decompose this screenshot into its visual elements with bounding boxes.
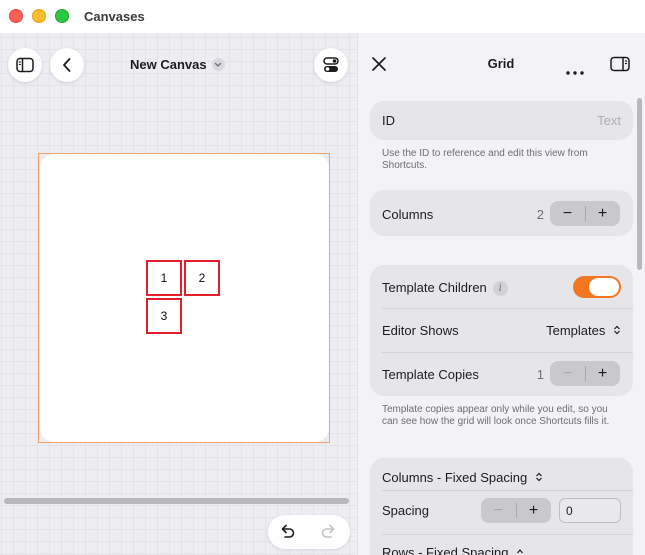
template-copies-value: 1 — [536, 367, 544, 382]
chevron-left-icon — [63, 58, 71, 72]
horizontal-scrollbar[interactable] — [4, 498, 349, 504]
template-copies-stepper: − + — [550, 361, 620, 386]
template-note: Template copies appear only while you ed… — [382, 404, 610, 427]
canvas-area[interactable]: New Canvas 1 2 3 — [0, 33, 357, 555]
inspector-title: Grid — [487, 56, 515, 71]
increment-button[interactable]: + — [516, 498, 551, 523]
template-children-toggle[interactable] — [573, 276, 621, 298]
sidebar-toggle-button[interactable] — [8, 48, 42, 82]
canvas-title-menu[interactable]: New Canvas — [130, 57, 225, 72]
template-card: Template Children i Editor Shows Template… — [370, 265, 633, 396]
editor-shows-select[interactable]: Templates — [546, 323, 621, 338]
id-note: Use the ID to reference and edit this vi… — [382, 148, 588, 171]
inspector-toggle-button[interactable] — [314, 48, 348, 82]
close-window-button[interactable] — [9, 9, 23, 23]
zoom-window-button[interactable] — [55, 9, 69, 23]
vertical-scrollbar[interactable] — [637, 98, 642, 270]
columns-spacing-select[interactable]: Columns - Fixed Spacing — [382, 470, 621, 485]
template-children-label: Template Children — [382, 280, 487, 295]
more-options-button[interactable] — [566, 62, 584, 80]
columns-card: Columns 2 − + — [370, 190, 633, 236]
spacing-card: Columns - Fixed Spacing Spacing − + 0 Ro… — [370, 458, 633, 555]
columns-spacing-label: Columns - Fixed Spacing — [382, 470, 528, 485]
rows-spacing-label: Rows - Fixed Spacing — [382, 545, 509, 555]
window-title: Canvases — [84, 9, 145, 24]
inspector-sidebar-button[interactable] — [610, 56, 630, 77]
right-sidebar-icon — [610, 56, 630, 72]
chevron-up-down-icon — [614, 325, 620, 335]
spacing-stepper: − + — [481, 498, 551, 523]
sidebar-icon — [16, 57, 34, 73]
spacing-input[interactable]: 0 — [559, 498, 621, 523]
chevron-down-icon — [211, 58, 225, 71]
redo-icon — [321, 524, 335, 538]
back-button[interactable] — [50, 48, 84, 82]
columns-stepper: − + — [550, 201, 620, 226]
minimize-window-button[interactable] — [32, 9, 46, 23]
increment-button[interactable]: + — [585, 361, 620, 386]
increment-button[interactable]: + — [585, 201, 620, 226]
decrement-button[interactable]: − — [550, 361, 585, 386]
editor-shows-value: Templates — [546, 323, 606, 338]
undo-icon — [281, 524, 295, 538]
id-label: ID — [382, 113, 395, 128]
ellipsis-icon — [566, 71, 584, 75]
undo-button[interactable] — [278, 523, 296, 544]
decrement-button[interactable]: − — [481, 498, 516, 523]
grid-cell[interactable]: 3 — [146, 298, 182, 334]
info-icon[interactable]: i — [492, 281, 508, 297]
chevron-up-down-icon — [535, 472, 542, 482]
decrement-button[interactable]: − — [550, 201, 585, 226]
chevron-up-icon — [517, 549, 524, 554]
columns-value: 2 — [536, 207, 544, 222]
canvas-title: New Canvas — [130, 57, 207, 72]
grid-cell[interactable]: 1 — [146, 260, 182, 296]
id-card: ID Text — [370, 101, 633, 140]
window-titlebar: Canvases — [0, 0, 645, 33]
redo-button[interactable] — [320, 523, 338, 544]
artboard[interactable]: 1 2 3 — [40, 154, 329, 442]
id-text-input[interactable]: Text — [597, 113, 621, 128]
rows-spacing-select[interactable]: Rows - Fixed Spacing — [382, 545, 621, 555]
toggles-icon — [323, 57, 339, 72]
undo-redo-group — [268, 515, 350, 549]
grid-cell[interactable]: 2 — [184, 260, 220, 296]
